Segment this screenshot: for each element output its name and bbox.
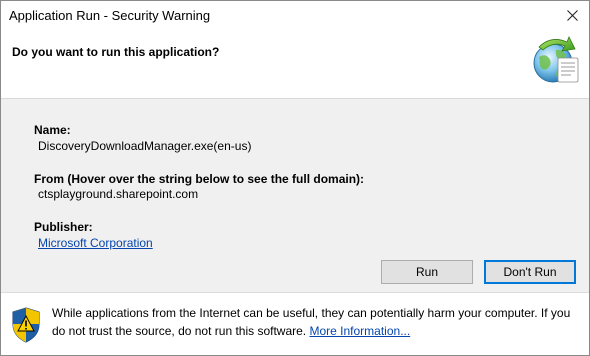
dialog-header: Do you want to run this application? — [1, 31, 589, 101]
dont-run-button[interactable]: Don't Run — [484, 260, 576, 284]
from-label: From (Hover over the string below to see… — [34, 172, 365, 186]
publisher-link[interactable]: Microsoft Corporation — [38, 236, 153, 250]
dialog-details: Name: DiscoveryDownloadManager.exe(en-us… — [1, 98, 589, 292]
window-title: Application Run - Security Warning — [9, 8, 211, 23]
dialog-question: Do you want to run this application? — [12, 45, 220, 59]
more-information-link[interactable]: More Information... — [309, 324, 410, 338]
security-footer: While applications from the Internet can… — [1, 292, 589, 355]
warning-message: While applications from the Internet can… — [52, 304, 572, 340]
close-button[interactable] — [555, 1, 589, 31]
publisher-label: Publisher: — [34, 220, 93, 234]
from-value[interactable]: ctsplayground.sharepoint.com — [38, 187, 198, 201]
run-button[interactable]: Run — [381, 260, 473, 284]
title-bar[interactable]: Application Run - Security Warning — [1, 1, 589, 31]
security-shield-icon — [12, 307, 40, 343]
application-globe-icon — [533, 36, 579, 83]
name-value: DiscoveryDownloadManager.exe(en-us) — [38, 139, 252, 153]
security-warning-dialog: Application Run - Security Warning Do yo… — [0, 0, 590, 356]
name-label: Name: — [34, 123, 71, 137]
close-icon — [566, 10, 578, 22]
